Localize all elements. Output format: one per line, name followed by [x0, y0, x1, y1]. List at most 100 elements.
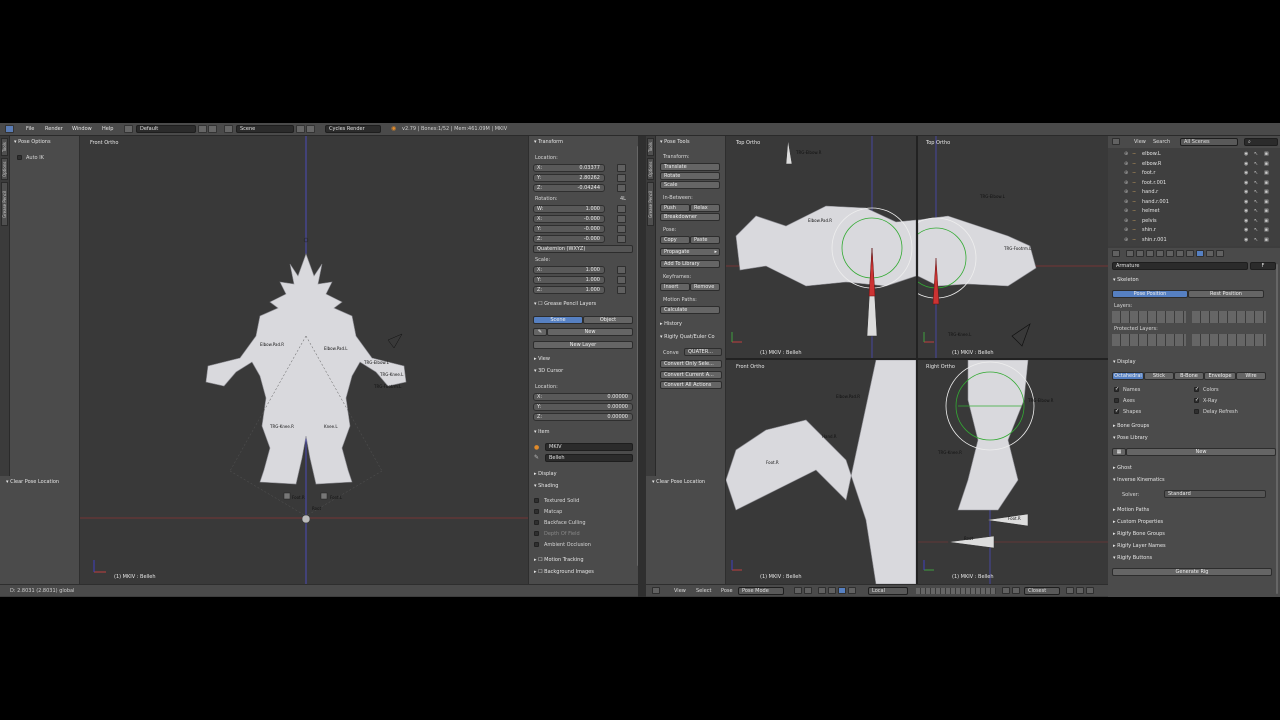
menu-view[interactable]: View — [674, 588, 686, 594]
shading-icon[interactable] — [794, 587, 802, 594]
lock-icon[interactable] — [617, 235, 626, 243]
snap-target-select[interactable]: Closest — [1024, 587, 1060, 595]
convert-all-actions-button[interactable]: Convert All Actions — [660, 381, 722, 389]
item-header[interactable]: ▾ Item — [534, 429, 550, 435]
lock-icon[interactable] — [617, 276, 626, 284]
modifiers-tab-icon[interactable] — [1186, 250, 1194, 257]
rigify-bone-groups-header[interactable]: ▸ Rigify Bone Groups — [1113, 531, 1165, 537]
expand-icon[interactable]: ⊕ — [1124, 198, 1128, 207]
menu-view[interactable]: View — [1134, 139, 1146, 145]
item-object-field[interactable]: MKIV — [545, 443, 633, 451]
expand-icon[interactable]: ⊕ — [1124, 207, 1128, 216]
rotate-button[interactable]: Rotate — [660, 172, 720, 180]
expand-icon[interactable]: ⊕ — [1124, 179, 1128, 188]
pivot-icon[interactable] — [804, 587, 812, 594]
outliner-search-input[interactable]: ⌕ — [1244, 138, 1278, 146]
expand-icon[interactable]: ⊕ — [1124, 217, 1128, 226]
rot-x-field[interactable]: X: -0.000 — [533, 215, 605, 223]
render-engine-select[interactable]: Cycles Render — [325, 125, 381, 133]
camera-icon[interactable] — [1086, 587, 1094, 594]
rot-z-field[interactable]: Z: -0.000 — [533, 235, 605, 243]
pencil-icon[interactable]: ✎ — [533, 328, 547, 336]
shading-header[interactable]: ▾ Shading — [534, 483, 558, 489]
select-icon[interactable]: ↖ — [1254, 188, 1258, 197]
mode-select[interactable]: Pose Mode — [738, 587, 784, 595]
snap-icon[interactable] — [1012, 587, 1020, 594]
rigify-header[interactable]: ▾ Rigify Quat/Euler Co — [660, 334, 715, 340]
armature-tab-icon[interactable] — [1196, 250, 1204, 257]
transform-header[interactable]: ▾ Transform — [534, 139, 563, 145]
rot-w-field[interactable]: W: 1.000 — [533, 205, 605, 213]
cursor-x-field[interactable]: X: 0.00000 — [533, 393, 633, 401]
editor-type-icon[interactable] — [1112, 250, 1120, 257]
rotate-icon[interactable] — [838, 587, 846, 594]
menu-search[interactable]: Search — [1153, 139, 1170, 145]
display-bbone[interactable]: B-Bone — [1174, 372, 1204, 380]
render-icon[interactable]: ▣ — [1264, 217, 1269, 226]
manipulator-icon[interactable] — [818, 587, 826, 594]
quad-bottom-right-viewport[interactable]: Right Ortho TRG-Elbow.R TRG-Knee.R Foot.… — [918, 360, 1108, 584]
bone-layers-grid[interactable] — [1112, 311, 1186, 323]
select-icon[interactable]: ↖ — [1254, 198, 1258, 207]
loc-z-field[interactable]: Z: -0.04244 — [533, 184, 605, 192]
render-tab-icon[interactable] — [1126, 250, 1134, 257]
add-to-library-button[interactable]: Add To Library — [660, 260, 720, 268]
render-icon[interactable]: ▣ — [1264, 188, 1269, 197]
render-icon[interactable]: ▣ — [1264, 150, 1269, 159]
outliner-row[interactable]: ⊕ ∽ shin.r.001 ◉ ↖ ▣ — [1108, 236, 1278, 246]
editor-type-icon[interactable] — [5, 125, 14, 133]
render-icon[interactable]: ▣ — [1264, 207, 1269, 216]
depth-of-field-checkbox[interactable] — [534, 531, 539, 536]
menu-help[interactable]: Help — [102, 126, 113, 132]
remove-layout-icon[interactable] — [208, 125, 217, 133]
clear-pose-header[interactable]: ▾ Clear Pose Location — [6, 479, 59, 485]
menu-window[interactable]: Window — [72, 126, 92, 132]
tab-options[interactable]: Options — [1, 158, 8, 180]
lock-icon[interactable] — [617, 205, 626, 213]
add-scene-icon[interactable] — [296, 125, 305, 133]
scale-icon[interactable] — [848, 587, 856, 594]
lock-icon[interactable] — [617, 164, 626, 172]
translate-button[interactable]: Translate — [660, 163, 720, 171]
bone-layers-grid[interactable] — [1192, 311, 1266, 323]
display-header[interactable]: ▸ Display — [534, 471, 557, 477]
proportional-icon[interactable] — [1066, 587, 1074, 594]
delay-refresh-checkbox[interactable] — [1194, 409, 1199, 414]
tab-grease-pencil[interactable]: Grease Pencil — [647, 182, 654, 226]
pose-position-button[interactable]: Pose Position — [1112, 290, 1188, 298]
scene-tab-icon[interactable] — [1146, 250, 1154, 257]
expand-icon[interactable]: ⊕ — [1124, 236, 1128, 245]
layers-tab-icon[interactable] — [1136, 250, 1144, 257]
quad-top-right-viewport[interactable]: Top Ortho TRG-Elbow.L TRG-Footrm.L TRG-K… — [918, 136, 1108, 358]
convert-only-selected-button[interactable]: Convert Only Sele... — [660, 360, 722, 368]
cursor-z-field[interactable]: Z: 0.00000 — [533, 413, 633, 421]
gp-new-layer-button[interactable]: New Layer — [533, 341, 633, 349]
lock-icon[interactable] — [1002, 587, 1010, 594]
loc-x-field[interactable]: X: 0.03377 — [533, 164, 605, 172]
item-bone-field[interactable]: Belleh — [545, 454, 633, 462]
outliner-row[interactable]: ⊕ ∽ pelvis ◉ ↖ ▣ — [1108, 217, 1278, 227]
rotation-mode-select[interactable]: Quaternion (WXYZ) — [533, 245, 633, 253]
world-tab-icon[interactable] — [1156, 250, 1164, 257]
expand-icon[interactable]: ⊕ — [1124, 169, 1128, 178]
pose-library-header[interactable]: ▾ Pose Library — [1113, 435, 1148, 441]
scene-icon[interactable] — [224, 125, 233, 133]
outliner-row[interactable]: ⊕ ∽ elbow.R ◉ ↖ ▣ — [1108, 160, 1278, 170]
outliner-row[interactable]: ⊕ ∽ hand.r.001 ◉ ↖ ▣ — [1108, 198, 1278, 208]
menu-render[interactable]: Render — [45, 126, 63, 132]
skeleton-header[interactable]: ▾ Skeleton — [1113, 277, 1139, 283]
gp-scene-button[interactable]: Scene — [533, 316, 583, 324]
relax-button[interactable]: Relax — [690, 204, 720, 212]
generate-rig-button[interactable]: Generate Rig — [1112, 568, 1272, 576]
clear-pose-header[interactable]: ▾ Clear Pose Location — [652, 479, 705, 485]
armature-name-field[interactable]: Armature — [1112, 262, 1248, 270]
visibility-icon[interactable]: ◉ — [1244, 188, 1248, 197]
expand-icon[interactable]: ⊕ — [1124, 188, 1128, 197]
display-header[interactable]: ▾ Display — [1113, 359, 1136, 365]
bone-constraint-tab-icon[interactable] — [1216, 250, 1224, 257]
visibility-icon[interactable]: ◉ — [1244, 150, 1248, 159]
area-divider[interactable] — [638, 136, 646, 597]
textured-solid-checkbox[interactable] — [534, 498, 539, 503]
editor-type-icon[interactable] — [652, 587, 660, 594]
expand-icon[interactable]: ⊕ — [1124, 226, 1128, 235]
